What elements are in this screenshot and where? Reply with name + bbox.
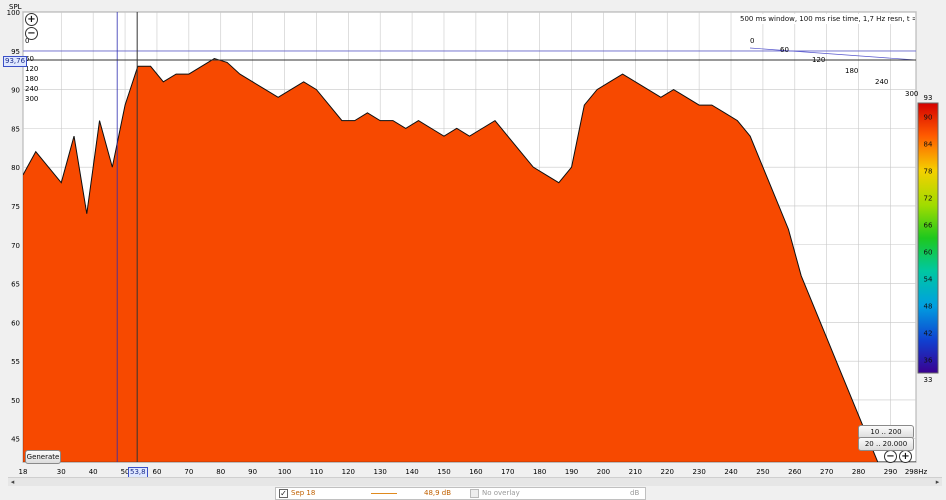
x-tick-label: 90: [248, 468, 257, 476]
y-tick-label: 85: [11, 125, 20, 133]
x-tick-label: 40: [89, 468, 98, 476]
x-tick-label: 110: [310, 468, 323, 476]
x-tick-label: 130: [374, 468, 387, 476]
x-tick-label: 80: [216, 468, 225, 476]
time-tick-label-left: 240: [25, 85, 38, 93]
overlay-checkbox[interactable]: [470, 489, 479, 498]
y-tick-label: 90: [11, 87, 20, 95]
generate-button[interactable]: Generate: [25, 450, 61, 464]
time-tick-label-right: 0: [750, 37, 754, 45]
scroll-right-icon[interactable]: ▸: [933, 478, 942, 486]
colorbar-tick-label: 42: [924, 330, 933, 338]
y-tick-label: 70: [11, 242, 20, 250]
x-axis-ticks: 18 30 40 50 60 70 80 90 100 110 120 130 140 150 160 170…: [19, 468, 928, 476]
colorbar-max-label: 93: [924, 94, 933, 102]
series-name: Sep 18: [291, 489, 316, 497]
y-tick-label: 75: [11, 203, 20, 211]
colorbar-tick-label: 36: [924, 357, 933, 365]
x-tick-label: 100: [278, 468, 291, 476]
x-tick-label: 140: [405, 468, 418, 476]
horizontal-scrollbar[interactable]: ◂ ▸: [8, 477, 942, 486]
colorbar-tick-label: 48: [924, 303, 933, 311]
time-tick-label-right: 60: [780, 46, 789, 54]
colorbar-min-label: 33: [924, 376, 933, 384]
time-tick-label-right: 300: [905, 90, 918, 98]
x-tick-label: 120: [342, 468, 355, 476]
series-swatch: [371, 493, 397, 494]
x-tick-label: 200: [597, 468, 610, 476]
range-20-20000-button[interactable]: 20 .. 20.000: [858, 437, 914, 451]
x-tick-label: 60: [152, 468, 161, 476]
y-axis-title: SPL: [9, 3, 22, 11]
y-tick-label: 65: [11, 281, 20, 289]
x-tick-label: 18: [19, 468, 28, 476]
y-tick-label: 45: [11, 436, 20, 444]
time-tick-label-right: 180: [845, 67, 858, 75]
x-zoom-out-icon[interactable]: −: [884, 450, 897, 463]
x-tick-label: 180: [533, 468, 546, 476]
x-tick-label: 298Hz: [905, 468, 928, 476]
x-tick-label: 170: [501, 468, 514, 476]
zoom-in-icon[interactable]: +: [25, 13, 38, 26]
legend-bar: ✓ Sep 18 48,9 dB No overlay dB: [275, 487, 646, 500]
cursor-spl-readout: 93,76: [3, 56, 28, 67]
y-axis-ticks: 4550556065707580859095100: [7, 9, 20, 444]
time-tick-label-left: 300: [25, 95, 38, 103]
x-zoom-in-icon[interactable]: +: [899, 450, 912, 463]
series-checkbox[interactable]: ✓: [279, 489, 288, 498]
scroll-left-icon[interactable]: ◂: [8, 478, 17, 486]
time-tick-label-right: 240: [875, 78, 888, 86]
x-tick-label: 190: [565, 468, 578, 476]
x-tick-label: 150: [437, 468, 450, 476]
y-tick-label: 60: [11, 319, 20, 327]
overlay-unit: dB: [630, 489, 640, 497]
colorbar-tick-label: 66: [924, 222, 933, 230]
colorbar-tick-label: 78: [924, 168, 933, 176]
x-tick-label: 250: [756, 468, 769, 476]
analysis-info-label: 500 ms window, 100 ms rise time, 1,7 Hz …: [740, 14, 915, 24]
waterfall-plot[interactable]: 4550556065707580859095100 18 30 40 50 60 70 80…: [0, 0, 946, 500]
colorbar-tick-label: 90: [924, 114, 933, 122]
x-tick-label: 280: [852, 468, 865, 476]
overlay-label: No overlay: [482, 489, 520, 497]
colorbar-tick-label: 84: [924, 141, 933, 149]
x-tick-label: 70: [184, 468, 193, 476]
x-tick-label: 220: [661, 468, 674, 476]
colorbar-tick-label: 54: [924, 276, 933, 284]
x-tick-label: 30: [57, 468, 66, 476]
colorbar-tick-label: 60: [924, 249, 933, 257]
colorbar-tick-label: 72: [924, 195, 933, 203]
x-tick-label: 160: [469, 468, 482, 476]
x-tick-label: 240: [724, 468, 737, 476]
time-tick-label-left: 180: [25, 75, 38, 83]
x-tick-label: 270: [820, 468, 833, 476]
x-tick-label: 210: [629, 468, 642, 476]
x-tick-label: 290: [884, 468, 897, 476]
series-value: 48,9 dB: [424, 489, 452, 497]
y-tick-label: 50: [11, 397, 20, 405]
x-tick-label: 260: [788, 468, 801, 476]
x-tick-label: 230: [692, 468, 705, 476]
y-tick-label: 55: [11, 358, 20, 366]
y-tick-label: 80: [11, 164, 20, 172]
zoom-out-icon[interactable]: −: [25, 27, 38, 40]
y-tick-label: 95: [11, 48, 20, 56]
